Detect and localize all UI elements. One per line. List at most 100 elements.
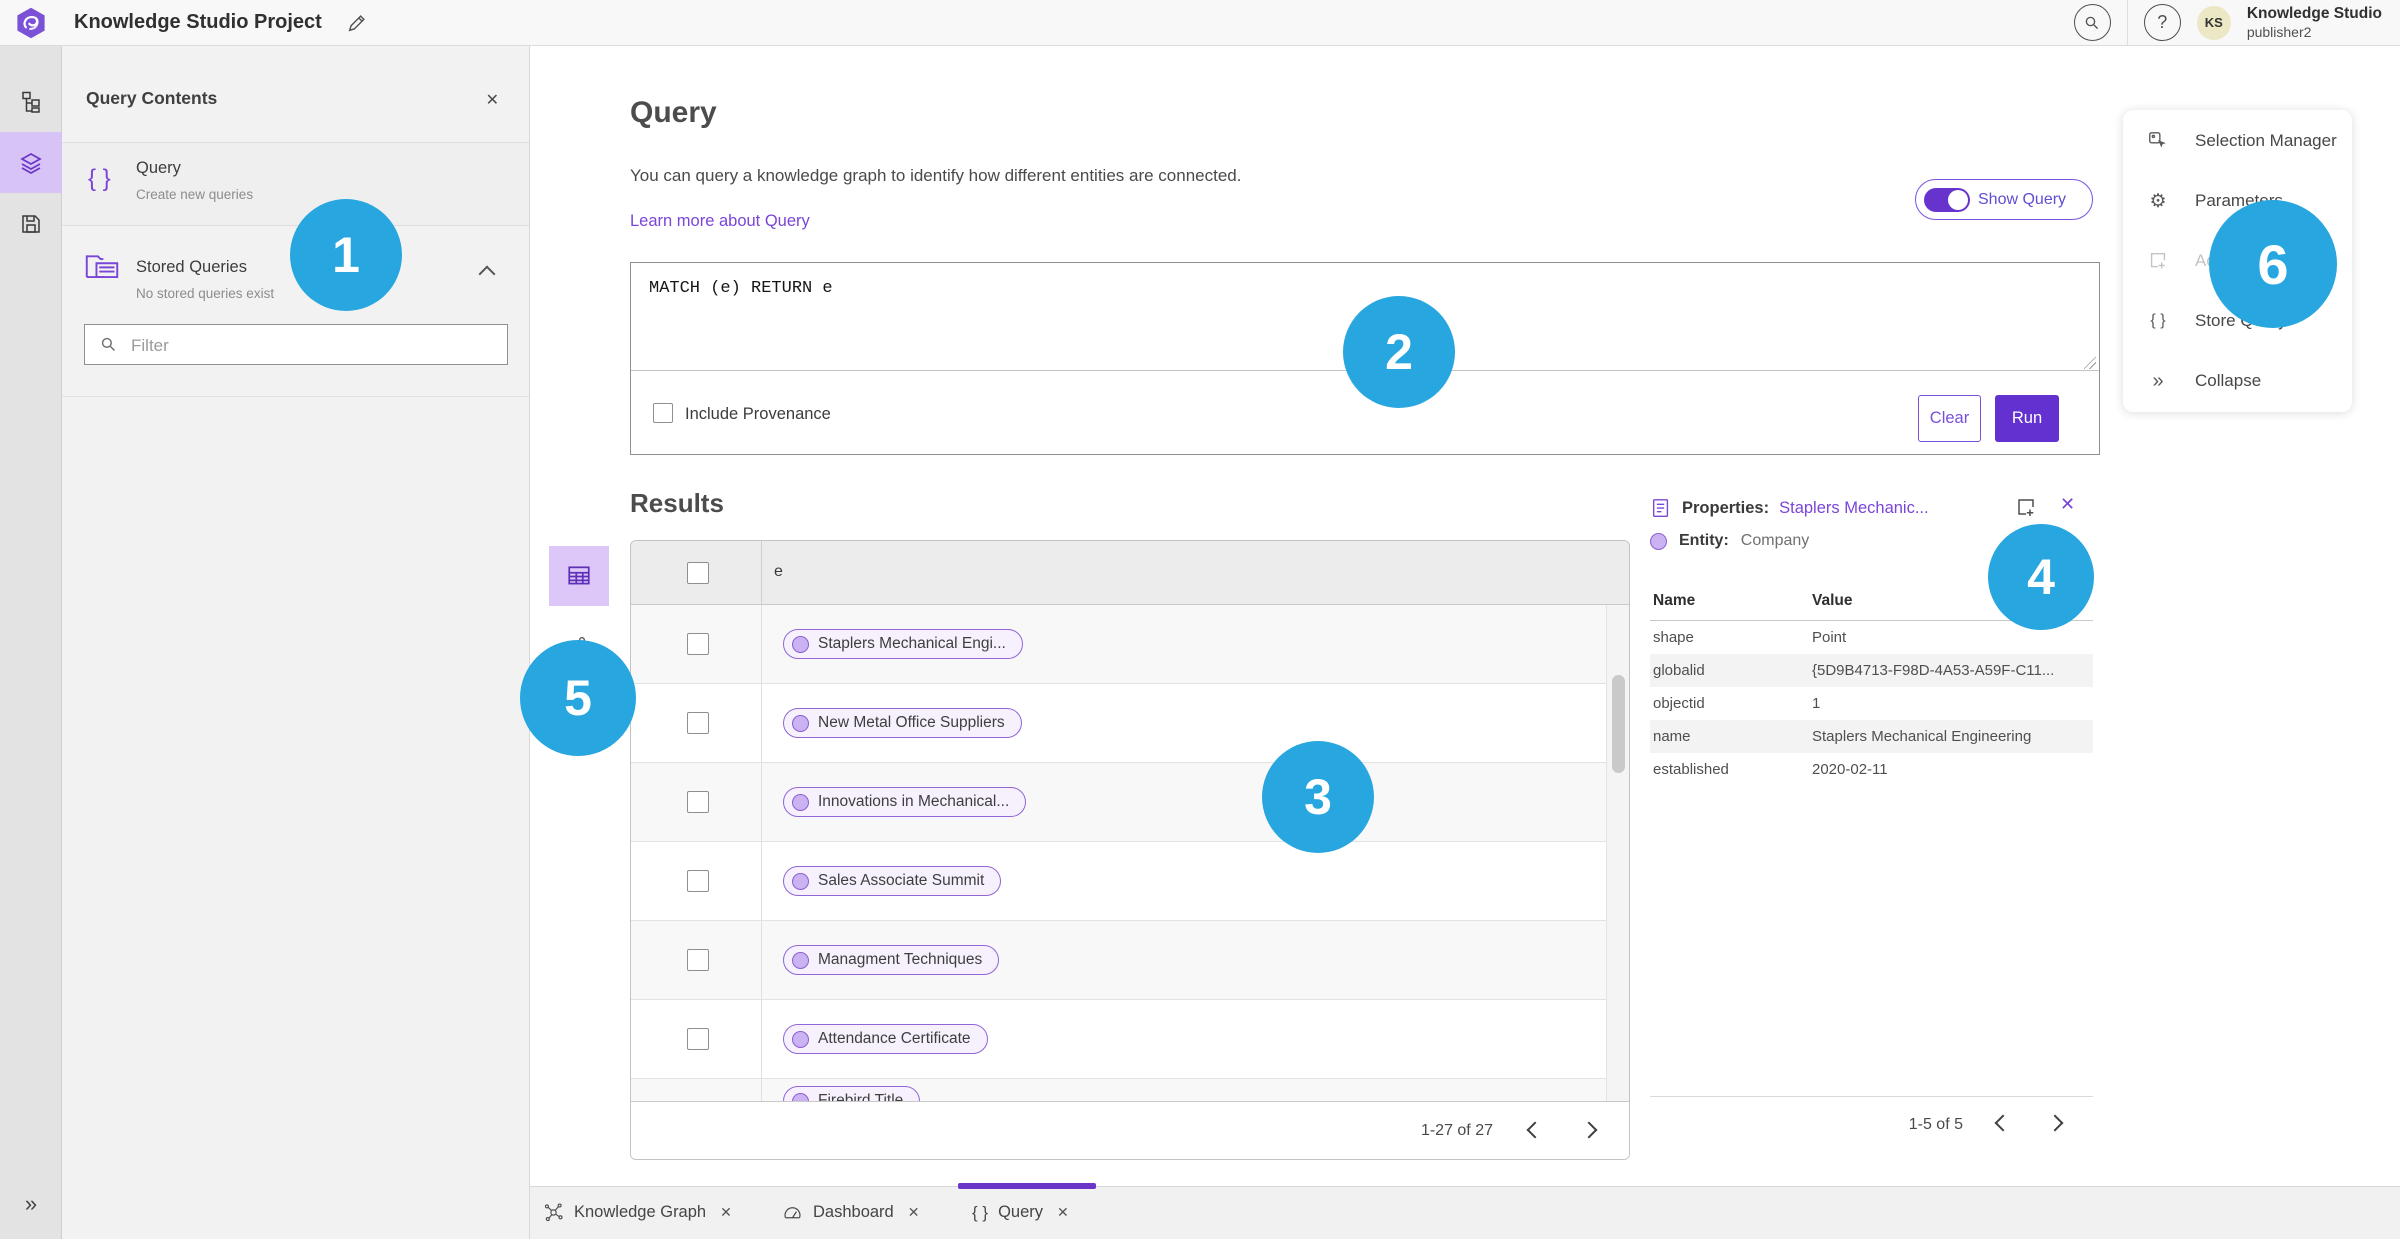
results-next-page-button[interactable] bbox=[1577, 1118, 1601, 1145]
entity-pill[interactable]: Innovations in Mechanical... bbox=[783, 787, 1027, 817]
braces-icon: { } bbox=[2150, 312, 2166, 329]
data-model-icon bbox=[22, 91, 40, 113]
header-divider bbox=[2126, 0, 2128, 46]
entity-dot-icon bbox=[792, 714, 809, 732]
table-row: Managment Techniques bbox=[631, 921, 1629, 1000]
entity-dot-icon bbox=[792, 1030, 809, 1048]
resize-handle[interactable] bbox=[2084, 357, 2096, 369]
help-button[interactable]: ? bbox=[2143, 4, 2181, 41]
tab-dashboard[interactable]: Dashboard ✕ bbox=[782, 1186, 919, 1239]
search-button[interactable] bbox=[2073, 4, 2111, 41]
layers-icon bbox=[20, 152, 42, 174]
project-title: Knowledge Studio Project bbox=[74, 11, 322, 33]
tab-query-active[interactable]: { } Query ✕ bbox=[972, 1186, 1069, 1239]
close-tab-icon[interactable]: ✕ bbox=[720, 1204, 732, 1221]
row-checkbox[interactable] bbox=[687, 633, 709, 655]
row-checkbox[interactable] bbox=[687, 870, 709, 892]
results-scrollbar-track[interactable] bbox=[1606, 605, 1629, 1101]
include-provenance-checkbox[interactable] bbox=[653, 403, 673, 423]
dashboard-icon bbox=[784, 1207, 801, 1219]
close-properties-icon[interactable]: ✕ bbox=[2060, 494, 2075, 515]
data-model-button[interactable] bbox=[0, 71, 62, 132]
double-chevron-right-icon: » bbox=[2152, 369, 2164, 392]
learn-more-link[interactable]: Learn more about Query bbox=[630, 212, 810, 231]
question-mark-icon: ? bbox=[2157, 12, 2168, 32]
row-checkbox[interactable] bbox=[687, 1028, 709, 1050]
entity-dot-icon bbox=[792, 1092, 809, 1101]
property-row: name Staplers Mechanical Engineering bbox=[1650, 720, 2093, 753]
entity-pill[interactable]: Sales Associate Summit bbox=[783, 866, 1002, 896]
edit-title-icon[interactable] bbox=[346, 12, 368, 34]
row-checkbox[interactable] bbox=[687, 791, 709, 813]
entity-pill[interactable]: New Metal Office Suppliers bbox=[783, 708, 1022, 738]
contents-button[interactable] bbox=[0, 132, 62, 193]
properties-entity-link[interactable]: Staplers Mechanic... bbox=[1779, 499, 1928, 518]
chevron-left-icon bbox=[1994, 1114, 2012, 1132]
close-tab-icon[interactable]: ✕ bbox=[1057, 1204, 1069, 1221]
entity-type: Company bbox=[1740, 532, 1810, 549]
property-row: established 2020-02-11 bbox=[1653, 761, 1888, 778]
entity-pill[interactable]: Firebird Title bbox=[783, 1086, 921, 1101]
results-title: Results bbox=[630, 488, 724, 518]
table-view-button[interactable] bbox=[549, 546, 609, 606]
filter-input[interactable] bbox=[129, 325, 503, 366]
knowledge-studio-app: Knowledge Studio Project ? KS Knowledge … bbox=[0, 0, 2400, 1239]
run-button[interactable]: Run bbox=[1995, 395, 2059, 442]
chevron-right-icon bbox=[2046, 1114, 2064, 1132]
properties-prev-page-button[interactable] bbox=[1991, 1111, 2015, 1138]
table-row: Innovations in Mechanical... bbox=[631, 763, 1629, 842]
entity-pill[interactable]: Managment Techniques bbox=[783, 945, 1000, 975]
row-checkbox[interactable] bbox=[687, 712, 709, 734]
include-provenance-label: Include Provenance bbox=[685, 405, 831, 423]
app-logo-icon bbox=[17, 7, 45, 38]
table-row: New Metal Office Suppliers bbox=[631, 684, 1629, 763]
entity-pill[interactable]: Staplers Mechanical Engi... bbox=[783, 629, 1023, 659]
annotation-circle-3: 3 bbox=[1262, 741, 1374, 853]
selection-manager-item[interactable]: Selection Manager bbox=[2123, 111, 2352, 171]
gear-icon: ⚙ bbox=[2149, 190, 2167, 212]
avatar[interactable]: KS bbox=[2196, 5, 2231, 40]
query-contents-panel: Query Contents ✕ { } Query Create new qu… bbox=[62, 46, 530, 1239]
save-button[interactable] bbox=[0, 193, 62, 254]
row-checkbox[interactable] bbox=[687, 949, 709, 971]
annotation-circle-1: 1 bbox=[290, 199, 402, 311]
properties-icon bbox=[1652, 499, 1669, 517]
close-tab-icon[interactable]: ✕ bbox=[908, 1204, 920, 1221]
results-prev-page-button[interactable] bbox=[1523, 1118, 1547, 1145]
show-query-toggle[interactable]: Show Query bbox=[1915, 179, 2093, 220]
search-icon bbox=[2086, 16, 2099, 29]
results-page-range: 1-27 of 27 bbox=[1420, 1122, 1493, 1139]
stored-queries-filter bbox=[84, 324, 508, 366]
entity-pill[interactable]: Attendance Certificate bbox=[783, 1024, 988, 1054]
chevron-left-icon bbox=[1526, 1121, 1544, 1138]
user-menu[interactable]: Knowledge Studio publisher2 bbox=[2247, 5, 2382, 41]
collapse-section-icon[interactable] bbox=[478, 265, 496, 283]
collapse-item[interactable]: » Collapse bbox=[2123, 351, 2352, 411]
table-row: Staplers Mechanical Engi... bbox=[631, 605, 1629, 684]
page-title: Query bbox=[630, 96, 717, 129]
entity-dot-icon bbox=[792, 793, 809, 811]
properties-title: Properties: bbox=[1682, 498, 1770, 517]
results-scrollbar-thumb[interactable] bbox=[1612, 675, 1625, 773]
toggle-knob bbox=[1948, 189, 1968, 210]
tab-knowledge-graph[interactable]: Knowledge Graph ✕ bbox=[543, 1186, 732, 1239]
annotation-circle-6: 6 bbox=[2209, 200, 2337, 328]
properties-next-page-button[interactable] bbox=[2043, 1111, 2067, 1138]
user-role: publisher2 bbox=[2246, 23, 2312, 40]
chevron-right-icon bbox=[1580, 1121, 1598, 1138]
entity-dot-icon bbox=[1650, 532, 1667, 550]
entity-dot-icon bbox=[792, 872, 809, 890]
panel-divider bbox=[62, 396, 529, 397]
sidebar-item-query[interactable]: { } Query Create new queries bbox=[62, 142, 529, 226]
entity-dot-icon bbox=[792, 635, 809, 653]
close-panel-icon[interactable]: ✕ bbox=[486, 90, 499, 110]
select-all-checkbox[interactable] bbox=[687, 562, 709, 584]
braces-icon: { } bbox=[972, 1202, 989, 1222]
annotation-circle-5: 5 bbox=[520, 640, 636, 756]
add-to-window-icon[interactable] bbox=[2014, 496, 2038, 520]
column-header-e: e bbox=[774, 563, 783, 580]
table-row: Sales Associate Summit bbox=[631, 842, 1629, 921]
clear-button[interactable]: Clear bbox=[1918, 395, 1981, 442]
properties-col-name: Name bbox=[1653, 592, 1696, 609]
expand-rail-button[interactable]: » bbox=[0, 1191, 62, 1217]
